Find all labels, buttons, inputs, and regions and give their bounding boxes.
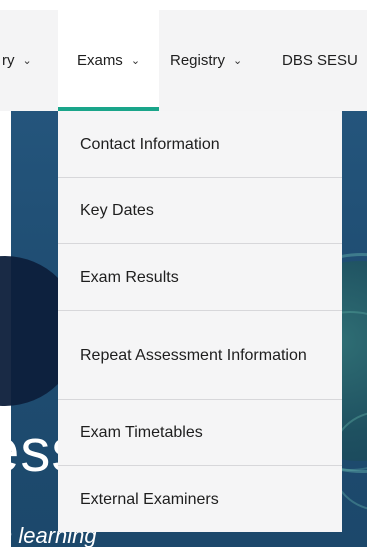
menu-item-key-dates[interactable]: Key Dates [58,178,342,244]
menu-item-repeat-assessment-information[interactable]: Repeat Assessment Information [58,311,342,400]
menu-item-label: External Examiners [80,490,219,508]
chevron-down-icon: ⌄ [233,55,243,67]
nav-item-label: DBS SESU [282,52,358,69]
menu-item-label: Repeat Assessment Information [80,346,307,364]
nav-item-label: Registry [170,52,226,69]
nav-item-dbs-sesu[interactable]: DBS SESU [282,10,358,111]
main-nav: ry ⌄ Exams ⌄ Registry ⌄ DBS SESU [0,10,367,111]
menu-item-external-examiners[interactable]: External Examiners [58,466,342,532]
menu-item-label: Contact Information [80,135,220,153]
menu-item-exam-timetables[interactable]: Exam Timetables [58,400,342,466]
menu-item-exam-results[interactable]: Exam Results [58,244,342,311]
page: ess School h learning ry ⌄ Exams ⌄ Regis… [0,0,367,547]
exams-dropdown-menu: Contact Information Key Dates Exam Resul… [58,111,342,532]
nav-item-previous[interactable]: ry ⌄ [2,10,32,111]
chevron-down-icon: ⌄ [130,55,141,67]
nav-item-label: Exams [76,52,123,69]
nav-item-exams[interactable]: Exams ⌄ [58,10,159,111]
menu-item-label: Key Dates [80,202,154,219]
menu-item-label: Exam Timetables [80,424,203,441]
menu-item-contact-information[interactable]: Contact Information [58,111,342,178]
nav-item-registry[interactable]: Registry ⌄ [170,10,242,111]
nav-item-label: ry [2,52,15,69]
chevron-down-icon: ⌄ [22,55,32,67]
menu-item-label: Exam Results [80,268,179,286]
